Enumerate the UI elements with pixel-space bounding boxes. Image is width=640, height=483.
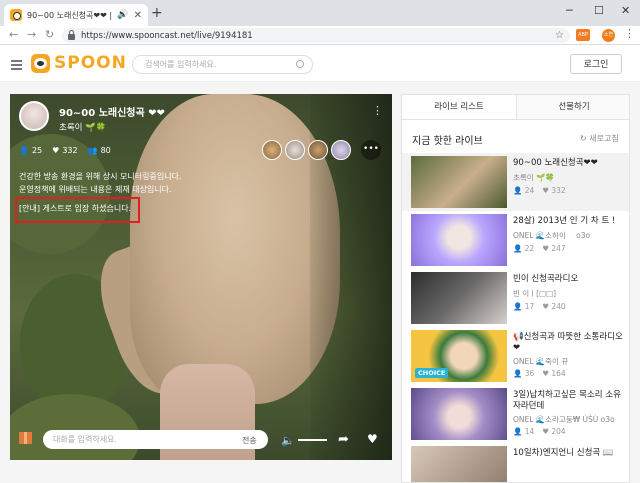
live-title: 90~00 노래신청곡 ❤❤ xyxy=(59,108,165,119)
search-icon[interactable] xyxy=(296,60,304,68)
minimize-button[interactable]: ─ xyxy=(566,4,573,17)
adblock-extension-icon[interactable]: ABP xyxy=(576,29,590,41)
browser-toolbar: ← → ↻ https://www.spooncast.net/live/919… xyxy=(0,26,640,45)
list-item[interactable]: 10일차)엔지언니 신청곡 📖 xyxy=(402,443,629,482)
volume-slider[interactable] xyxy=(298,439,327,441)
profile-avatar-icon[interactable]: 소연 xyxy=(602,29,615,42)
sidebar-heading: 지금 핫한 라이브 xyxy=(412,136,483,147)
live-thumbnail: CHOICE xyxy=(411,330,507,382)
list-item-author: 빈 이ㅣ[□□] xyxy=(513,289,557,298)
new-tab-button[interactable]: + xyxy=(151,6,163,20)
search-input[interactable]: 검색어를 입력하세요. xyxy=(132,55,313,74)
live-thumbnail xyxy=(411,446,507,482)
address-bar[interactable]: https://www.spooncast.net/live/9194181 ☆ xyxy=(62,28,570,43)
list-item[interactable]: 90~00 노래신청곡❤❤ 초록이 🌱🍀 👤 24 ♥ 332 xyxy=(402,153,629,211)
list-item-stats: 👤 14 ♥ 204 xyxy=(513,427,566,436)
list-item-title: 10일차)엔지언니 신청곡 📖 xyxy=(513,448,614,458)
tab-live-list[interactable]: 라이브 리스트 xyxy=(402,95,517,119)
live-list: 90~00 노래신청곡❤❤ 초록이 🌱🍀 👤 24 ♥ 332 28살) 2013… xyxy=(402,153,629,482)
list-item-title: 90~00 노래신청곡❤❤ xyxy=(513,158,598,168)
list-item[interactable]: CHOICE 📢신청곡과 따뜻한 소통라디오❤ ONEL 🌊죽이 뀨 👤 36 ♥… xyxy=(402,327,629,385)
monitoring-notice: 건강한 방송 환경을 위해 상시 모니터링중입니다. 운영정책에 위배되는 내용… xyxy=(19,170,279,196)
bookmark-star-icon[interactable]: ☆ xyxy=(555,30,564,41)
live-thumbnail xyxy=(411,214,507,266)
host-avatar[interactable] xyxy=(19,101,49,131)
notice-line: 건강한 방송 환경을 위해 상시 모니터링중입니다. xyxy=(19,172,182,181)
site-header: SPOON 검색어를 입력하세요. 로그인 xyxy=(0,45,640,82)
list-item-author: ONEL 🌊죽이 뀨 xyxy=(513,357,569,366)
choice-badge: CHOICE xyxy=(415,368,449,378)
listener-avatar[interactable] xyxy=(331,140,351,160)
sidebar-tabs: 라이브 리스트 선물하기 xyxy=(402,95,629,120)
live-stats: 👤 25 ♥ 332 👥 80 xyxy=(19,146,111,155)
host-name[interactable]: 초록이 🌱🍀 xyxy=(59,121,106,133)
browser-tab-bar: 90~00 노래신청곡❤❤ | S 🔊 ✕ + ─ ☐ ✕ xyxy=(0,0,640,26)
highlight-box xyxy=(15,197,140,223)
live-options-icon[interactable]: ⋮ xyxy=(372,104,383,117)
listener-avatars xyxy=(262,140,351,160)
live-sidebar: 라이브 리스트 선물하기 지금 핫한 라이브 ↻ 새로고침 90~00 노래신청… xyxy=(401,94,630,483)
window-close-button[interactable]: ✕ xyxy=(621,4,630,17)
notice-line: 운영정책에 위배되는 내용은 제재 대상입니다. xyxy=(19,185,172,194)
list-item-author: 초록이 🌱🍀 xyxy=(513,173,555,182)
list-item[interactable]: 빈이 신청곡라디오 빈 이ㅣ[□□] 👤 17 ♥ 240 xyxy=(402,269,629,327)
listener-avatar[interactable] xyxy=(285,140,305,160)
browser-tab[interactable]: 90~00 노래신청곡❤❤ | S 🔊 ✕ xyxy=(4,4,148,26)
tab-title: 90~00 노래신청곡❤❤ | S xyxy=(27,10,113,20)
list-item[interactable]: 28살) 2013년 인 기 차 트 ! ONEL 🌊소하이 ⠀ o3o 👤 2… xyxy=(402,211,629,269)
refresh-button[interactable]: ↻ 새로고침 xyxy=(580,133,619,144)
speaker-icon[interactable]: 🔊 xyxy=(117,10,128,20)
list-item-author: ONEL 🌊소하이 ⠀ o3o xyxy=(513,231,591,240)
live-thumbnail xyxy=(411,388,507,440)
list-item-author: ONEL 🌊소라고둥₩ ÚŠÙ o3o xyxy=(513,415,615,424)
list-item-title: 28살) 2013년 인 기 차 트 ! xyxy=(513,216,616,226)
maximize-button[interactable]: ☐ xyxy=(594,4,604,17)
listener-count: 👤 25 xyxy=(19,146,43,155)
fans-icon: 👥 xyxy=(87,146,98,155)
live-thumbnail xyxy=(411,272,507,324)
browser-menu-icon[interactable]: ⋮ xyxy=(624,27,635,40)
hamburger-menu-icon[interactable] xyxy=(11,60,22,72)
list-item-stats: 👤 17 ♥ 240 xyxy=(513,302,566,311)
login-button[interactable]: 로그인 xyxy=(570,54,622,74)
fan-count: 👥 80 xyxy=(87,146,111,155)
list-item-title: 3일)납치하고싶은 목소리 소유자라던데 xyxy=(513,390,621,411)
like-count: ♥ 332 xyxy=(52,146,78,155)
list-item-stats: 👤 22 ♥ 247 xyxy=(513,244,566,253)
share-icon[interactable]: ➦ xyxy=(338,432,349,447)
forward-arrow-icon[interactable]: → xyxy=(27,28,36,41)
lock-icon xyxy=(68,29,75,40)
spoon-logo-text[interactable]: SPOON xyxy=(54,53,127,73)
heart-icon: ♥ xyxy=(52,146,60,155)
send-button[interactable]: 전송 xyxy=(242,435,257,446)
person-icon: 👤 xyxy=(19,146,29,155)
list-item[interactable]: 3일)납치하고싶은 목소리 소유자라던데 ONEL 🌊소라고둥₩ ÚŠÙ o3o… xyxy=(402,385,629,443)
gift-icon[interactable] xyxy=(19,432,32,444)
list-item-stats: 👤 24 ♥ 332 xyxy=(513,186,566,195)
url-text: https://www.spooncast.net/live/9194181 xyxy=(81,30,253,41)
volume-icon[interactable]: 🔈 xyxy=(281,434,295,447)
listener-avatar[interactable] xyxy=(308,140,328,160)
reload-icon[interactable]: ↻ xyxy=(45,28,54,41)
chat-input[interactable]: 대화를 입력하세요. xyxy=(43,430,268,449)
spoon-favicon-icon xyxy=(10,9,22,21)
tab-gift[interactable]: 선물하기 xyxy=(517,95,629,119)
spoon-logo-icon[interactable] xyxy=(31,54,50,73)
listener-avatar[interactable] xyxy=(262,140,282,160)
back-arrow-icon[interactable]: ← xyxy=(9,28,18,41)
live-thumbnail xyxy=(411,156,507,208)
list-item-stats: 👤 36 ♥ 164 xyxy=(513,369,566,378)
foliage-shape xyxy=(10,394,140,460)
list-item-title: 빈이 신청곡라디오 xyxy=(513,274,579,284)
close-icon[interactable]: ✕ xyxy=(134,10,142,21)
like-heart-icon[interactable]: ♥ xyxy=(367,432,378,446)
more-listeners-button[interactable]: ••• xyxy=(361,140,381,160)
list-item-title: 📢신청곡과 따뜻한 소통라디오❤ xyxy=(513,332,623,353)
